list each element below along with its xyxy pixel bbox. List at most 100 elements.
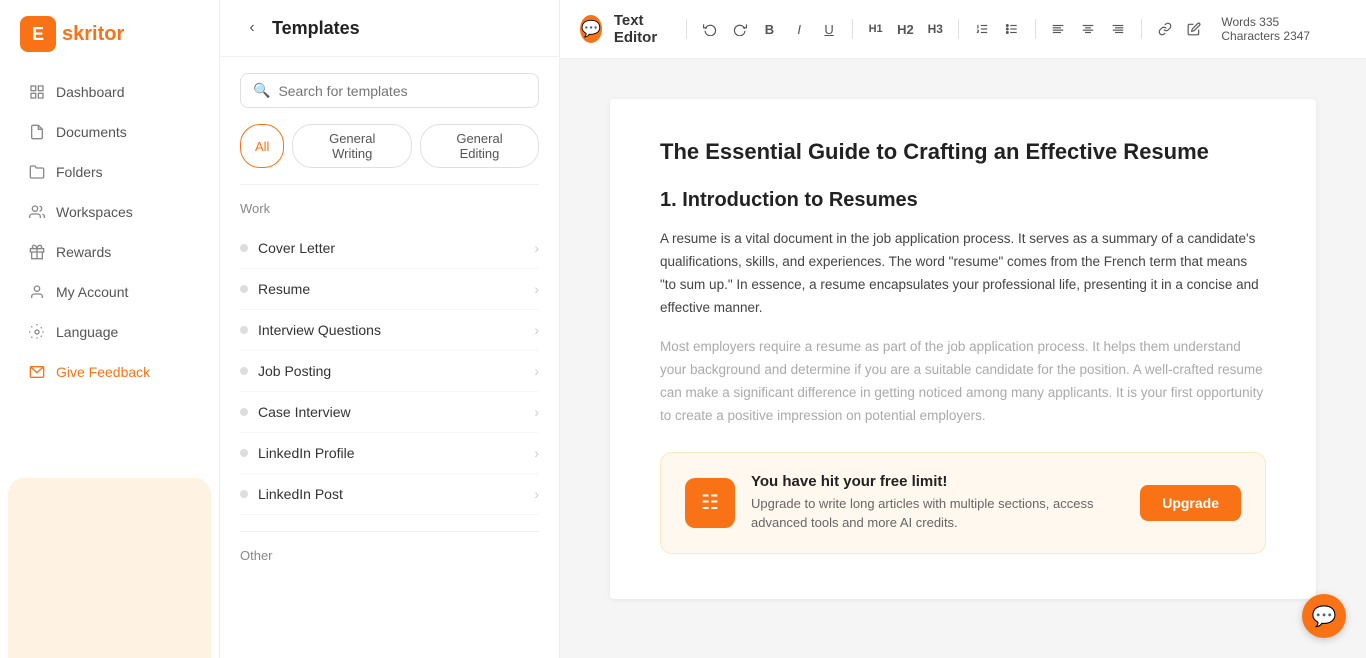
template-name-linkedin-post: LinkedIn Post <box>258 486 343 502</box>
redo-button[interactable] <box>729 15 751 43</box>
template-name-job-posting: Job Posting <box>258 363 331 379</box>
sidebar-item-account[interactable]: My Account <box>8 273 211 311</box>
chevron-right-icon: › <box>534 240 539 256</box>
sidebar-item-documents[interactable]: Documents <box>8 113 211 151</box>
chevron-right-icon: › <box>534 281 539 297</box>
chevron-right-icon: › <box>534 404 539 420</box>
search-input[interactable] <box>278 83 526 99</box>
sidebar-item-workspaces[interactable]: Workspaces <box>8 193 211 231</box>
template-item-job-posting[interactable]: Job Posting › <box>240 351 539 392</box>
edit-button[interactable] <box>1184 15 1206 43</box>
settings-icon <box>28 323 46 341</box>
editor-avatar: 💬 <box>580 15 602 43</box>
template-name-interview-questions: Interview Questions <box>258 322 381 338</box>
sidebar-label-folders: Folders <box>56 164 103 180</box>
template-item-linkedin-post[interactable]: LinkedIn Post › <box>240 474 539 515</box>
template-item-case-interview[interactable]: Case Interview › <box>240 392 539 433</box>
undo-button[interactable] <box>699 15 721 43</box>
template-item-resume[interactable]: Resume › <box>240 269 539 310</box>
sidebar-item-language[interactable]: Language <box>8 313 211 351</box>
template-dot <box>240 408 248 416</box>
template-item-linkedin-profile[interactable]: LinkedIn Profile › <box>240 433 539 474</box>
toolbar-divider-4 <box>1035 19 1036 39</box>
h1-button[interactable]: H1 <box>865 15 887 43</box>
grid-icon <box>28 83 46 101</box>
upgrade-button[interactable]: Upgrade <box>1140 485 1241 521</box>
chat-bubble[interactable]: 💬 <box>1302 594 1346 638</box>
underline-button[interactable]: U <box>818 15 840 43</box>
template-item-cover-letter[interactable]: Cover Letter › <box>240 228 539 269</box>
back-button[interactable]: ‹ <box>240 16 264 40</box>
chevron-right-icon: › <box>534 445 539 461</box>
sidebar: E skritor Dashboard Documents Folders Wo… <box>0 0 220 658</box>
logo: E skritor <box>0 16 219 72</box>
filter-tab-general-editing[interactable]: General Editing <box>420 124 539 168</box>
sidebar-item-folders[interactable]: Folders <box>8 153 211 191</box>
list-ul-button[interactable] <box>1001 15 1023 43</box>
user-icon <box>28 283 46 301</box>
toolbar-divider-5 <box>1141 19 1142 39</box>
words-label: Words <box>1221 15 1255 29</box>
doc-page: The Essential Guide to Crafting an Effec… <box>610 99 1316 599</box>
template-name-cover-letter: Cover Letter <box>258 240 335 256</box>
template-dot <box>240 367 248 375</box>
h3-button[interactable]: H3 <box>924 15 946 43</box>
chevron-right-icon: › <box>534 486 539 502</box>
template-name-case-interview: Case Interview <box>258 404 351 420</box>
editor-content[interactable]: The Essential Guide to Crafting an Effec… <box>560 59 1366 658</box>
filter-tabs: All General Writing General Editing <box>220 124 559 184</box>
list-ol-button[interactable] <box>971 15 993 43</box>
sidebar-label-workspaces: Workspaces <box>56 204 133 220</box>
align-center-button[interactable] <box>1077 15 1099 43</box>
word-count: Words 335 Characters 2347 <box>1221 15 1346 43</box>
align-left-button[interactable] <box>1047 15 1069 43</box>
template-item-interview-questions[interactable]: Interview Questions › <box>240 310 539 351</box>
chevron-right-icon: › <box>534 363 539 379</box>
upgrade-banner: ☷ You have hit your free limit! Upgrade … <box>660 452 1266 554</box>
sidebar-item-dashboard[interactable]: Dashboard <box>8 73 211 111</box>
templates-panel: ‹ Templates 🔍 All General Writing Genera… <box>220 0 560 658</box>
editor-area: 💬 Text Editor B I U H1 H2 H3 <box>560 0 1366 658</box>
sidebar-item-rewards[interactable]: Rewards <box>8 233 211 271</box>
templates-scroll: Work Cover Letter › Resume › Interview Q… <box>220 184 559 658</box>
chars-label: Characters <box>1221 29 1280 43</box>
divider-other <box>240 531 539 532</box>
users-icon <box>28 203 46 221</box>
doc-paragraph-2: Most employers require a resume as part … <box>660 336 1266 428</box>
envelope-icon <box>28 363 46 381</box>
align-right-button[interactable] <box>1107 15 1129 43</box>
words-value: 335 <box>1259 15 1279 29</box>
upgrade-text: You have hit your free limit! Upgrade to… <box>751 473 1124 533</box>
bold-button[interactable]: B <box>758 15 780 43</box>
search-bar: 🔍 <box>240 73 539 108</box>
logo-text: skritor <box>62 23 124 46</box>
filter-tab-general-writing[interactable]: General Writing <box>292 124 412 168</box>
upgrade-icon-box: ☷ <box>685 478 735 528</box>
h2-button[interactable]: H2 <box>895 15 917 43</box>
upgrade-heading: You have hit your free limit! <box>751 473 1124 490</box>
template-dot <box>240 449 248 457</box>
upgrade-subtext: Upgrade to write long articles with mult… <box>751 494 1124 533</box>
sidebar-label-rewards: Rewards <box>56 244 111 260</box>
sidebar-label-account: My Account <box>56 284 128 300</box>
template-name-resume: Resume <box>258 281 310 297</box>
folder-icon <box>28 163 46 181</box>
toolbar-divider <box>686 19 687 39</box>
template-dot <box>240 285 248 293</box>
italic-button[interactable]: I <box>788 15 810 43</box>
doc-paragraph-1: A resume is a vital document in the job … <box>660 228 1266 320</box>
sidebar-item-give-feedback[interactable]: Give Feedback <box>8 353 211 391</box>
sidebar-bottom-card <box>8 478 211 658</box>
sidebar-label-documents: Documents <box>56 124 127 140</box>
chevron-right-icon: › <box>534 322 539 338</box>
templates-header: ‹ Templates <box>220 0 559 57</box>
doc-section-heading: 1. Introduction to Resumes <box>660 189 1266 212</box>
toolbar-divider-3 <box>958 19 959 39</box>
link-button[interactable] <box>1154 15 1176 43</box>
logo-icon: E <box>20 16 56 52</box>
doc-title: The Essential Guide to Crafting an Effec… <box>660 139 1266 165</box>
filter-tab-all[interactable]: All <box>240 124 284 168</box>
gift-icon <box>28 243 46 261</box>
templates-title: Templates <box>272 18 360 39</box>
sidebar-label-language: Language <box>56 324 118 340</box>
